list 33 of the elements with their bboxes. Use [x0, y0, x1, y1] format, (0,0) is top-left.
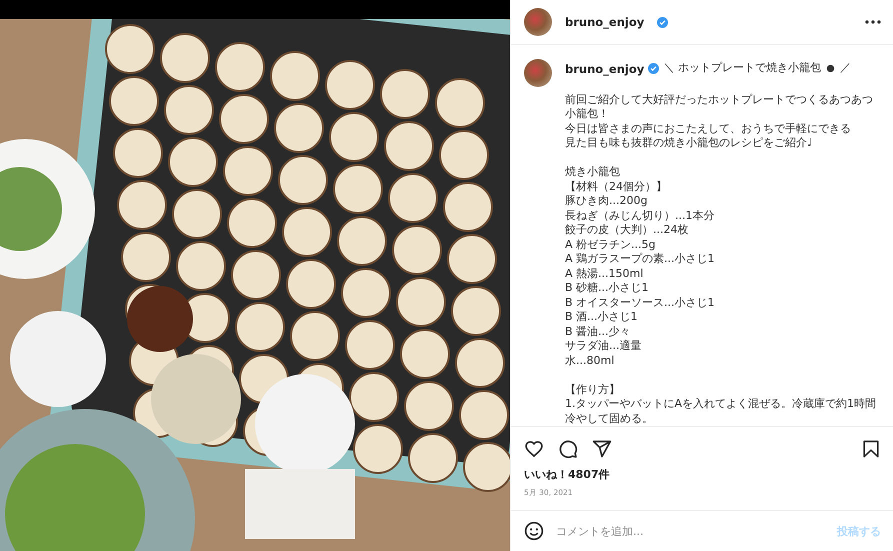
- caption-line: 【材料（24個分）】: [565, 180, 668, 194]
- username[interactable]: bruno_enjoy: [565, 15, 644, 29]
- heart-icon[interactable]: [524, 439, 544, 459]
- caption-line: 1.タッパーやバットにAを入れてよく混ぜる。冷蔵庫で約1時間冷やして固める。: [565, 397, 878, 426]
- comment-icon[interactable]: [558, 439, 578, 459]
- caption-line: 前回ご紹介して大好評だったホットプレートでつくるあつあつ小籠包！: [565, 92, 874, 122]
- caption-line: サラダ油...適量: [565, 339, 642, 354]
- bookmark-icon[interactable]: [863, 440, 879, 458]
- caption-line: B 醤油...少々: [565, 324, 632, 339]
- caption-line: 餃子の皮（大判）...24枚: [565, 223, 690, 238]
- more-options-icon[interactable]: [865, 20, 881, 24]
- caption-line: 長ねぎ（みじん切り）...1本分: [565, 208, 716, 223]
- caption-title: ＼ ホットプレートで焼き小籠包: [663, 61, 821, 76]
- emoji-icon: [824, 63, 836, 74]
- caption-line: B 砂糖...小さじ1: [565, 281, 650, 296]
- caption-line: 焼き小籠包: [565, 165, 621, 180]
- caption-line: A 鶏ガラスープの素...小さじ1: [565, 252, 716, 266]
- caption-title: ／: [840, 61, 851, 76]
- caption-line: 豚ひき肉...200g: [565, 194, 648, 208]
- avatar[interactable]: [524, 59, 552, 87]
- caption-line: 見た目も味も抜群の焼き小籠包のレシピをご紹介♩: [565, 136, 814, 150]
- caption-line: A 粉ゼラチン...5g: [565, 238, 656, 252]
- caption-line: B オイスターソース...小さじ1: [565, 296, 716, 310]
- username[interactable]: bruno_enjoy: [565, 62, 644, 76]
- avatar[interactable]: [524, 8, 552, 36]
- smiley-icon[interactable]: [524, 521, 544, 541]
- share-icon[interactable]: [592, 439, 612, 459]
- caption-line: 今日は皆さまの声におこたえして、おうちで手軽にできる: [565, 122, 852, 136]
- caption-line: 水...80ml: [565, 354, 616, 368]
- caption-line: 【作り方】: [565, 382, 621, 397]
- like-count[interactable]: いいね！4807件: [511, 463, 893, 482]
- caption-line: B 酒...小さじ1: [565, 310, 639, 324]
- caption-line: A 熱湯...150ml: [565, 266, 644, 281]
